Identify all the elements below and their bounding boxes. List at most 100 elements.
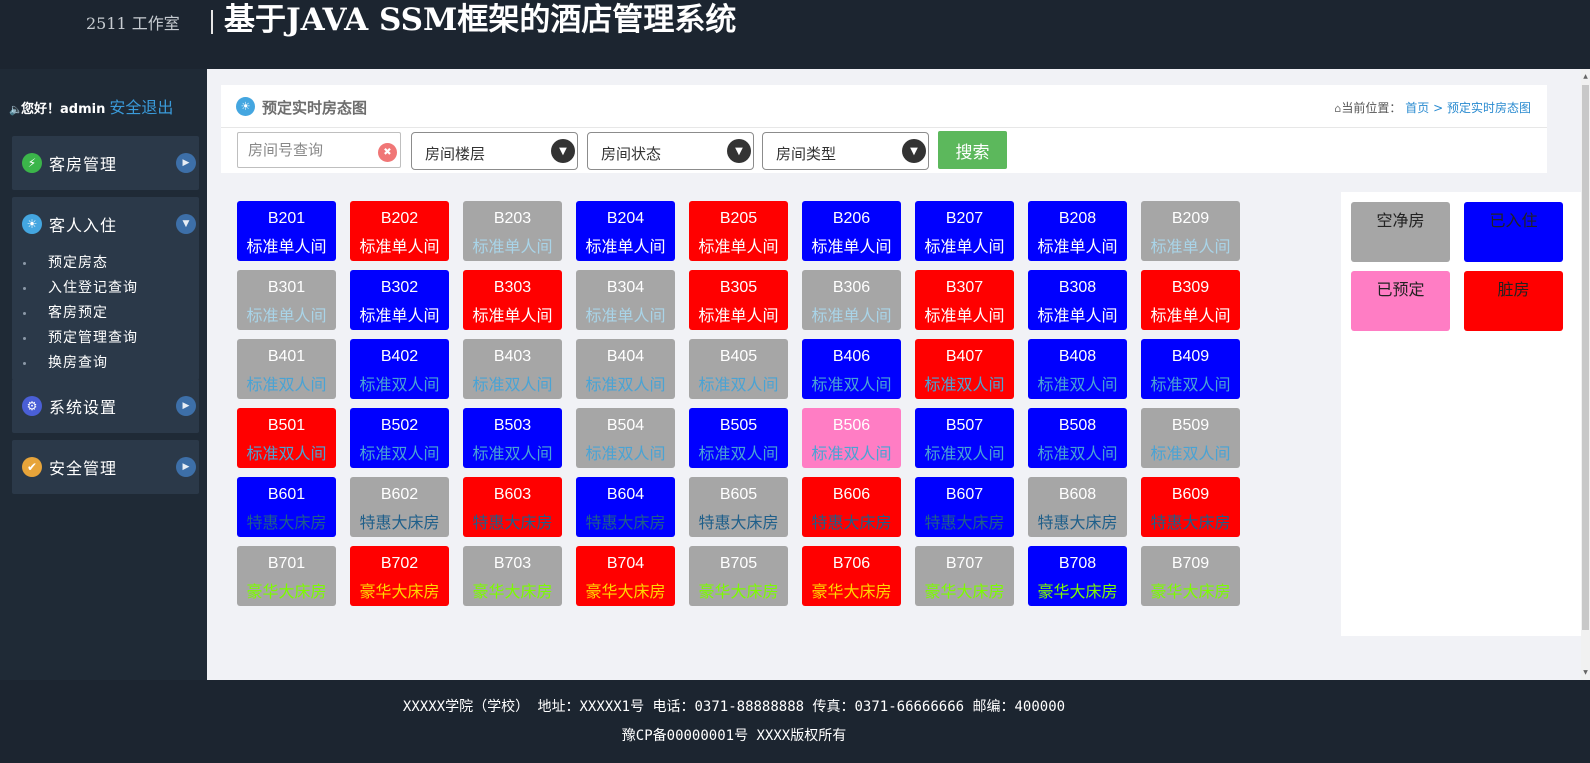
- room-card[interactable]: B309 标准单人间: [1141, 270, 1240, 330]
- room-card[interactable]: B606 特惠大床房: [802, 477, 901, 537]
- room-number: B706: [832, 555, 871, 572]
- menu-head-room-management[interactable]: ⚡ 客房管理 ▶: [12, 136, 199, 190]
- room-card[interactable]: B507 标准双人间: [915, 408, 1014, 468]
- room-number: B205: [719, 210, 758, 227]
- room-number: B402: [380, 348, 419, 365]
- chevron-right-icon[interactable]: ▶: [176, 396, 196, 416]
- room-card[interactable]: B304 标准单人间: [576, 270, 675, 330]
- room-type: 标准单人间: [811, 239, 892, 256]
- room-number-search-input[interactable]: [237, 132, 401, 168]
- room-card[interactable]: B706 豪华大床房: [802, 546, 901, 606]
- room-card[interactable]: B502 标准双人间: [350, 408, 449, 468]
- room-card[interactable]: B306 标准单人间: [802, 270, 901, 330]
- submenu-item-room-booking[interactable]: 客房预定: [12, 301, 199, 326]
- room-number: B503: [493, 417, 532, 434]
- logout-link[interactable]: 安全退出: [109, 98, 173, 117]
- scrollbar-thumb[interactable]: [1582, 85, 1589, 630]
- room-card[interactable]: B605 特惠大床房: [689, 477, 788, 537]
- menu-label: 客人入住: [49, 216, 118, 235]
- room-card[interactable]: B303 标准单人间: [463, 270, 562, 330]
- room-card[interactable]: B408 标准双人间: [1028, 339, 1127, 399]
- room-card[interactable]: B601 特惠大床房: [237, 477, 336, 537]
- room-card[interactable]: B503 标准双人间: [463, 408, 562, 468]
- menu-head-security-management[interactable]: ✔ 安全管理 ▶: [12, 440, 199, 494]
- room-card[interactable]: B201 标准单人间: [237, 201, 336, 261]
- room-card[interactable]: B207 标准单人间: [915, 201, 1014, 261]
- room-card[interactable]: B208 标准单人间: [1028, 201, 1127, 261]
- submenu-item-reserve-status[interactable]: 预定房态: [12, 251, 199, 276]
- room-card[interactable]: B609 特惠大床房: [1141, 477, 1240, 537]
- room-card[interactable]: B704 豪华大床房: [576, 546, 675, 606]
- studio-name: 2511 工作室: [86, 14, 180, 33]
- status-select[interactable]: 房间状态 ▼: [587, 132, 754, 170]
- scroll-down-icon[interactable]: ▼: [1581, 669, 1590, 676]
- scroll-up-icon[interactable]: ▲: [1581, 73, 1590, 80]
- room-card[interactable]: B509 标准双人间: [1141, 408, 1240, 468]
- chevron-right-icon[interactable]: ▶: [176, 457, 196, 477]
- room-card[interactable]: B505 标准双人间: [689, 408, 788, 468]
- room-number: B305: [719, 279, 758, 296]
- room-card[interactable]: B707 豪华大床房: [915, 546, 1014, 606]
- room-card[interactable]: B401 标准双人间: [237, 339, 336, 399]
- room-card[interactable]: B301 标准单人间: [237, 270, 336, 330]
- room-card[interactable]: B405 标准双人间: [689, 339, 788, 399]
- room-card[interactable]: B708 豪华大床房: [1028, 546, 1127, 606]
- room-card[interactable]: B202 标准单人间: [350, 201, 449, 261]
- room-card[interactable]: B701 豪华大床房: [237, 546, 336, 606]
- breadcrumb-home-link[interactable]: 首页: [1405, 101, 1429, 115]
- room-card[interactable]: B308 标准单人间: [1028, 270, 1127, 330]
- room-number: B507: [945, 417, 984, 434]
- room-card[interactable]: B409 标准双人间: [1141, 339, 1240, 399]
- scrollbar[interactable]: ▲ ▼: [1581, 69, 1590, 680]
- search-button[interactable]: 搜索: [938, 131, 1007, 169]
- header-divider: [211, 10, 213, 34]
- floor-select-value: 房间楼层: [425, 145, 486, 163]
- submenu-item-booking-query[interactable]: 预定管理查询: [12, 326, 199, 351]
- room-card[interactable]: B204 标准单人间: [576, 201, 675, 261]
- menu-head-system-settings[interactable]: ⚙ 系统设置 ▶: [12, 379, 199, 433]
- room-number: B308: [1058, 279, 1097, 296]
- room-type: 豪华大床房: [1150, 584, 1231, 601]
- room-card[interactable]: B404 标准双人间: [576, 339, 675, 399]
- status-legend: 空净房 已入住 已预定 脏房: [1341, 192, 1590, 636]
- room-card[interactable]: B506 标准双人间: [802, 408, 901, 468]
- room-card[interactable]: B705 豪华大床房: [689, 546, 788, 606]
- room-card[interactable]: B607 特惠大床房: [915, 477, 1014, 537]
- room-card[interactable]: B305 标准单人间: [689, 270, 788, 330]
- room-card[interactable]: B702 豪华大床房: [350, 546, 449, 606]
- room-card[interactable]: B205 标准单人间: [689, 201, 788, 261]
- room-card[interactable]: B501 标准双人间: [237, 408, 336, 468]
- submenu-item-checkin-query[interactable]: 入住登记查询: [12, 276, 199, 301]
- menu-head-guest-checkin[interactable]: ☀ 客人入住 ▼: [12, 197, 199, 251]
- chevron-right-icon[interactable]: ▶: [176, 153, 196, 173]
- room-card[interactable]: B403 标准双人间: [463, 339, 562, 399]
- room-card[interactable]: B604 特惠大床房: [576, 477, 675, 537]
- submenu-item-room-change-query[interactable]: 换房查询: [12, 351, 199, 376]
- room-number: B303: [493, 279, 532, 296]
- room-card[interactable]: B709 豪华大床房: [1141, 546, 1240, 606]
- room-card[interactable]: B603 特惠大床房: [463, 477, 562, 537]
- room-number: B202: [380, 210, 419, 227]
- status-select-value: 房间状态: [601, 145, 662, 163]
- room-number: B203: [493, 210, 532, 227]
- room-card[interactable]: B203 标准单人间: [463, 201, 562, 261]
- room-card[interactable]: B406 标准双人间: [802, 339, 901, 399]
- clear-search-icon[interactable]: ✖: [378, 143, 397, 162]
- room-card[interactable]: B302 标准单人间: [350, 270, 449, 330]
- breadcrumb-current-link[interactable]: 预定实时房态图: [1447, 101, 1531, 115]
- room-card[interactable]: B504 标准双人间: [576, 408, 675, 468]
- room-card[interactable]: B508 标准双人间: [1028, 408, 1127, 468]
- room-card[interactable]: B209 标准单人间: [1141, 201, 1240, 261]
- room-card[interactable]: B703 豪华大床房: [463, 546, 562, 606]
- chevron-down-icon[interactable]: ▼: [176, 214, 196, 234]
- room-type: 标准双人间: [1037, 446, 1118, 463]
- room-card[interactable]: B608 特惠大床房: [1028, 477, 1127, 537]
- room-card[interactable]: B602 特惠大床房: [350, 477, 449, 537]
- room-card[interactable]: B407 标准双人间: [915, 339, 1014, 399]
- floor-select[interactable]: 房间楼层 ▼: [411, 132, 578, 170]
- room-card[interactable]: B206 标准单人间: [802, 201, 901, 261]
- type-select[interactable]: 房间类型 ▼: [762, 132, 929, 170]
- room-card[interactable]: B307 标准单人间: [915, 270, 1014, 330]
- legend-label: 已预定: [1376, 282, 1425, 299]
- room-card[interactable]: B402 标准双人间: [350, 339, 449, 399]
